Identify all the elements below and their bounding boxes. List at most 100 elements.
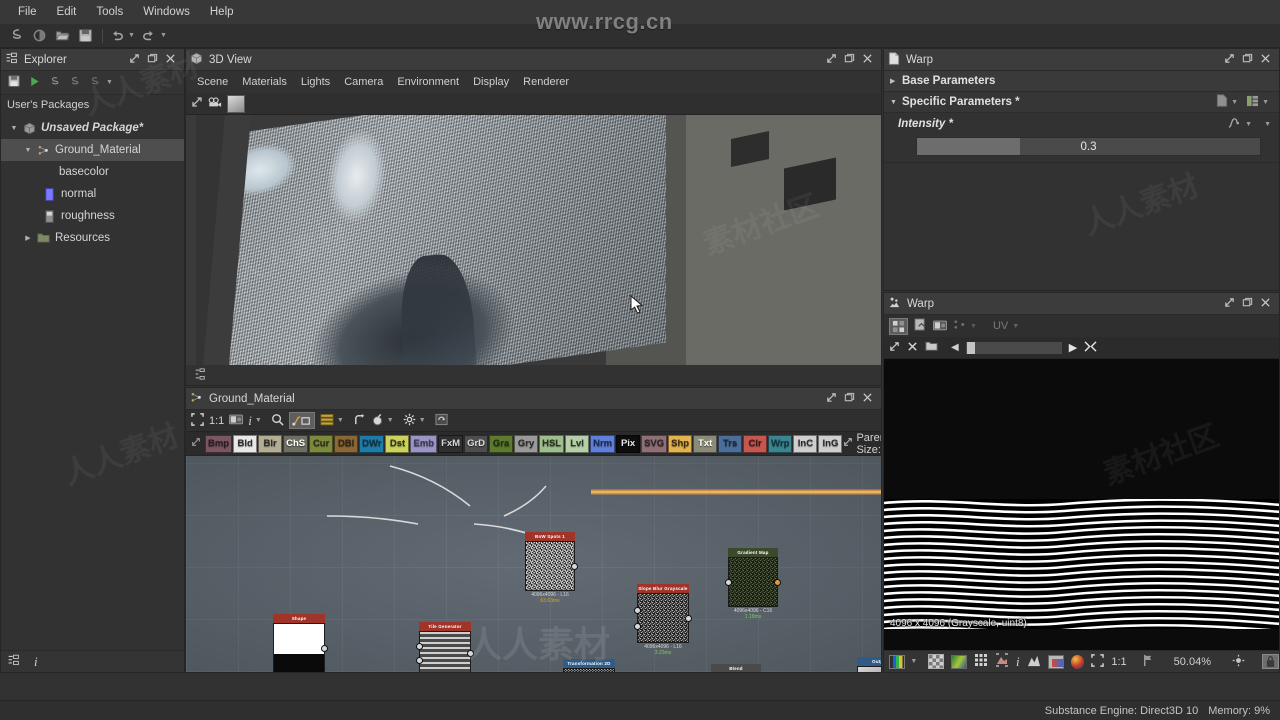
search-icon[interactable] — [271, 413, 284, 429]
curve-link-icon[interactable] — [353, 413, 366, 429]
info-icon[interactable]: i — [34, 654, 38, 670]
filter-button-bld[interactable]: Bld — [233, 434, 258, 453]
graph-node-thumbnail[interactable] — [525, 541, 578, 591]
maximize-icon[interactable] — [844, 392, 855, 406]
color-mode-icon[interactable] — [889, 654, 906, 669]
settings-icon[interactable] — [403, 413, 416, 429]
menu-item-help[interactable]: Help — [200, 3, 244, 21]
save-package-icon[interactable] — [75, 26, 95, 46]
node-input-port[interactable] — [416, 657, 423, 665]
refresh-icon[interactable] — [435, 413, 448, 429]
new-substance-icon[interactable] — [48, 75, 61, 91]
expand-arrow-down-icon[interactable]: ▼ — [21, 147, 35, 154]
parent-size-link-icon[interactable] — [843, 437, 853, 450]
param-caret-down-icon[interactable]: ▼ — [1264, 121, 1271, 128]
normal-icon[interactable] — [995, 653, 1009, 670]
view3d-menu-renderer[interactable]: Renderer — [516, 74, 576, 90]
filter-button-pix[interactable]: Pix — [616, 434, 641, 453]
bake-icon[interactable] — [371, 413, 384, 429]
filter-button-gry[interactable]: Gry — [514, 434, 539, 453]
view3d-menu-scene[interactable]: Scene — [190, 74, 235, 90]
redo-caret-down-icon[interactable]: ▼ — [160, 32, 167, 39]
info-icon[interactable]: i — [248, 413, 252, 429]
center-icon[interactable] — [1232, 654, 1245, 670]
info-caret-down-icon[interactable]: ▼ — [255, 417, 262, 424]
graph-canvas[interactable]: Shape4096x4096 - L162ms Tile Generator409… — [186, 456, 881, 672]
node-input-port[interactable] — [725, 579, 732, 586]
maximize-icon[interactable] — [147, 53, 158, 67]
alpha-icon[interactable] — [928, 654, 944, 669]
redo-icon[interactable] — [139, 26, 159, 46]
filter-button-fxm[interactable]: FxM — [438, 434, 464, 453]
channels-icon[interactable] — [889, 317, 908, 335]
preset-caret-down-icon[interactable]: ▼ — [1231, 99, 1238, 106]
maximize-icon[interactable] — [844, 53, 855, 67]
maximize-icon[interactable] — [1242, 53, 1253, 67]
float-icon[interactable] — [1224, 297, 1235, 311]
tree-item-normal[interactable]: normal — [1, 183, 184, 205]
view3d-menu-materials[interactable]: Materials — [235, 74, 294, 90]
filter-button-grd[interactable]: GrD — [464, 434, 489, 453]
new-substance2-icon[interactable] — [68, 75, 81, 91]
new-mdl-icon[interactable] — [29, 26, 49, 46]
expand-arrow-down-icon[interactable]: ▼ — [7, 125, 21, 132]
node-output-port[interactable] — [571, 563, 578, 570]
node-output-port[interactable] — [774, 579, 781, 586]
close-icon[interactable] — [862, 392, 873, 406]
graph-node-thumbnail[interactable] — [273, 623, 328, 672]
view3d-viewport[interactable] — [186, 115, 881, 365]
next-icon[interactable]: ▶ — [1069, 341, 1077, 354]
warp-2d-canvas[interactable]: 4096 x 4096 (Grayscale, uint8) — [884, 359, 1279, 651]
intensity-slider[interactable]: 0.3 — [916, 137, 1261, 156]
uv-label[interactable]: UV — [993, 320, 1008, 332]
filter-button-lvl[interactable]: Lvl — [565, 434, 590, 453]
tree-layout-icon[interactable] — [194, 367, 206, 383]
graph-zoom-ratio[interactable]: 1:1 — [209, 415, 224, 427]
view3d-menu-camera[interactable]: Camera — [337, 74, 390, 90]
filter-button-hsl[interactable]: HSL — [539, 434, 565, 453]
graph-node-thumbnail[interactable] — [725, 557, 781, 607]
copy-params-icon[interactable] — [1246, 95, 1259, 110]
filter-button-svg[interactable]: SVG — [641, 434, 668, 453]
new-substance3-icon[interactable] — [88, 75, 101, 91]
tree-view-icon[interactable] — [7, 654, 20, 670]
node-output-port[interactable] — [467, 650, 474, 657]
graph-node-thumbnail[interactable] — [634, 593, 692, 643]
graph-node[interactable]: BnW Spots 1 4096x4096 - L16 63.63ms — [525, 532, 578, 604]
tree-item-unsaved-package[interactable]: ▼ Unsaved Package* — [1, 117, 184, 139]
settings-caret-down-icon[interactable]: ▼ — [419, 417, 426, 424]
open-external-icon[interactable] — [191, 96, 203, 111]
view3d-menu-lights[interactable]: Lights — [294, 74, 337, 90]
close-icon[interactable] — [862, 53, 873, 67]
undo-caret-down-icon[interactable]: ▼ — [128, 32, 135, 39]
bake-caret-down-icon[interactable]: ▼ — [387, 417, 394, 424]
metallic-icon[interactable] — [1047, 654, 1064, 669]
histogram-icon[interactable] — [1027, 654, 1041, 670]
section-base-parameters[interactable]: ▶ Base Parameters — [884, 71, 1279, 92]
tree-item-ground-material[interactable]: ▼ Ground_Material — [1, 139, 184, 161]
tiling-icon[interactable] — [974, 653, 988, 670]
expand-arrow-down-icon[interactable]: ▼ — [890, 99, 902, 106]
filter-button-dbl[interactable]: DBl — [334, 434, 359, 453]
warp-2d-zoom-level[interactable]: 50.04% — [1174, 656, 1211, 668]
filter-button-chs[interactable]: ChS — [283, 434, 309, 453]
filter-button-blr[interactable]: Blr — [258, 434, 283, 453]
graph-node[interactable]: Output1024x1024 — [857, 657, 881, 672]
graph-node[interactable]: Transformation 2D4096x4096 - L16 — [563, 659, 615, 672]
slider-handle[interactable] — [966, 341, 975, 354]
rgb-icon[interactable] — [950, 654, 968, 669]
preset-icon[interactable] — [1216, 94, 1228, 110]
close-icon[interactable] — [1260, 297, 1271, 311]
fit-icon[interactable] — [1091, 653, 1105, 670]
collapse-icon[interactable] — [1084, 340, 1097, 355]
new-substance-icon[interactable] — [6, 26, 26, 46]
filter-button-dwr[interactable]: DWr — [359, 434, 385, 453]
warp-2d-ratio[interactable]: 1:1 — [1111, 656, 1126, 668]
undo-icon[interactable] — [107, 26, 127, 46]
expand-arrow-right-icon[interactable]: ▶ — [890, 77, 902, 85]
graph-link-caret-icon[interactable]: ▼ — [970, 323, 977, 330]
filter-button-wrp[interactable]: Wrp — [768, 434, 793, 453]
filter-button-bmp[interactable]: Bmp — [205, 434, 233, 453]
color-mode-caret-down-icon[interactable]: ▼ — [910, 658, 917, 665]
close-icon[interactable] — [165, 53, 176, 67]
